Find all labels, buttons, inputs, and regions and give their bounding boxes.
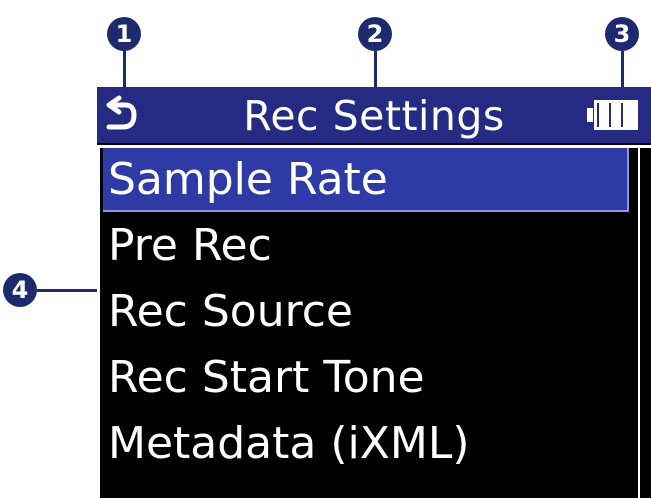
device-screen: Rec Settings Sample Rate Pre Rec Rec Sou… xyxy=(97,87,651,498)
screen-title: Rec Settings xyxy=(243,92,505,140)
callout-4-line xyxy=(37,289,99,292)
menu-item-rec-start-tone[interactable]: Rec Start Tone xyxy=(103,346,629,410)
title-bar: Rec Settings xyxy=(97,87,651,143)
menu-item-sample-rate[interactable]: Sample Rate xyxy=(103,148,629,212)
callout-1: 1 xyxy=(107,17,141,51)
callout-4: 4 xyxy=(3,273,37,307)
callout-3: 3 xyxy=(605,17,639,51)
battery-full-icon xyxy=(587,100,638,130)
scrollbar[interactable] xyxy=(638,145,649,498)
menu-item-metadata-ixml[interactable]: Metadata (iXML) xyxy=(103,412,629,476)
callout-2: 2 xyxy=(358,17,392,51)
menu-item-rec-source[interactable]: Rec Source xyxy=(103,280,629,344)
menu-item-pre-rec[interactable]: Pre Rec xyxy=(103,214,629,278)
menu-list: Sample Rate Pre Rec Rec Source Rec Start… xyxy=(97,145,651,498)
